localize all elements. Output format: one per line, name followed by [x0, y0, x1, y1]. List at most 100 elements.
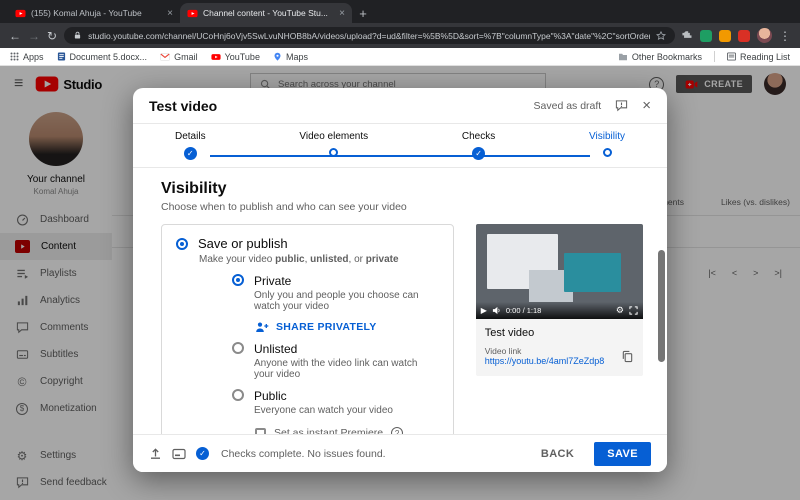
step-check-icon: ✓ — [183, 147, 197, 160]
option-private[interactable]: Private Only you and people you choose c… — [232, 274, 439, 312]
save-or-publish-desc: Make your video public, unlisted, or pri… — [199, 254, 439, 265]
sd-processing-icon — [172, 448, 186, 460]
thumbnail-window — [564, 252, 622, 293]
bookmark-label: YouTube — [224, 51, 260, 62]
tab-title: Channel content - YouTube Stu... — [203, 8, 328, 18]
desc-bold: public — [275, 254, 305, 265]
extension-icon[interactable] — [700, 29, 712, 42]
bookmark-gmail[interactable]: Gmail — [160, 52, 198, 62]
unlisted-radio[interactable] — [232, 342, 244, 354]
step-checks[interactable]: Checks ✓ — [462, 131, 495, 167]
video-preview-card: ▶ 0:00 / 1:18 ⚙ Test video Video link ht… — [475, 224, 643, 376]
bookmark-document[interactable]: Document 5.docx... — [57, 51, 148, 62]
option-label: Unlisted — [254, 342, 298, 356]
option-desc: Anyone with the video link can watch you… — [254, 358, 418, 380]
address-bar[interactable]: studio.youtube.com/channel/UCoHnj6oVjv5S… — [64, 27, 675, 44]
option-unlisted[interactable]: Unlisted Anyone with the video link can … — [232, 342, 439, 380]
step-video-elements[interactable]: Video elements — [299, 131, 368, 167]
apps-grid-icon — [10, 52, 19, 61]
time-display: 0:00 / 1:18 — [505, 306, 542, 315]
dialog-header: Test video Saved as draft × — [133, 88, 667, 124]
youtube-favicon — [15, 8, 26, 19]
save-or-publish-radio[interactable] — [176, 237, 188, 250]
bookmark-label: Gmail — [174, 51, 198, 62]
copy-link-icon[interactable] — [621, 350, 634, 363]
gmail-icon — [160, 52, 170, 61]
desc-bold: private — [365, 254, 399, 265]
public-radio[interactable] — [232, 389, 244, 401]
video-link[interactable]: https://youtu.be/4aml7ZeZdp8 — [485, 356, 613, 366]
bookmark-star-icon[interactable] — [656, 30, 666, 41]
browser-tab-youtube[interactable]: (155) Komal Ahuja - YouTube × — [8, 3, 180, 23]
save-or-publish-title: Save or publish — [198, 236, 288, 251]
folder-icon — [618, 53, 628, 61]
step-label: Checks — [461, 131, 496, 142]
option-label: Private — [254, 274, 292, 288]
play-icon[interactable]: ▶ — [481, 306, 487, 315]
share-privately-label: SHARE PRIVATELY — [276, 321, 377, 333]
option-public[interactable]: Public Everyone can watch your video — [232, 389, 439, 416]
preview-video-title: Test video — [484, 327, 535, 339]
share-privately-button[interactable]: SHARE PRIVATELY — [255, 321, 439, 333]
extension-icon[interactable] — [719, 29, 731, 42]
tab-title: (155) Komal Ahuja - YouTube — [31, 8, 142, 18]
bookmark-youtube[interactable]: YouTube — [210, 51, 260, 62]
dialog-footer: ✓ Checks complete. No issues found. BACK… — [133, 434, 667, 472]
tab-close-icon[interactable]: × — [339, 8, 345, 19]
step-details[interactable]: Details ✓ — [175, 131, 206, 167]
extension-icon[interactable] — [738, 29, 750, 42]
browser-profile-avatar[interactable] — [757, 28, 772, 43]
desc-text: , or — [348, 254, 366, 265]
bookmark-maps[interactable]: Maps — [273, 52, 308, 62]
player-settings-icon[interactable]: ⚙ — [616, 305, 624, 316]
send-feedback-icon[interactable] — [615, 99, 628, 112]
bookmark-label: Apps — [23, 51, 44, 62]
video-thumbnail[interactable]: ▶ 0:00 / 1:18 ⚙ — [475, 224, 643, 319]
dialog-scrollbar[interactable] — [658, 250, 665, 362]
upload-status-icon — [149, 447, 162, 460]
bookmark-label: Maps — [285, 51, 308, 62]
tab-close-icon[interactable]: × — [167, 8, 173, 19]
desc-text: Make your video — [199, 254, 276, 265]
reading-list[interactable]: Reading List — [726, 51, 790, 62]
desc-bold: unlisted — [310, 254, 349, 265]
screen: (155) Komal Ahuja - YouTube × Channel co… — [0, 0, 800, 500]
private-radio[interactable] — [232, 274, 244, 286]
back-icon[interactable]: ← — [9, 30, 21, 42]
browser-toolbar: ← → ↻ studio.youtube.com/channel/UCoHnj6… — [0, 23, 800, 48]
step-visibility[interactable]: Visibility — [589, 131, 625, 167]
option-label: Public — [254, 389, 287, 403]
divider — [713, 51, 715, 62]
forward-icon[interactable]: → — [28, 30, 40, 42]
step-label: Video elements — [299, 131, 369, 142]
step-dot-icon — [329, 148, 339, 157]
back-button[interactable]: BACK — [531, 442, 584, 466]
browser-tab-channel-content[interactable]: Channel content - YouTube Stu... × — [180, 3, 352, 23]
save-button[interactable]: SAVE — [594, 441, 651, 466]
browser-tab-strip: (155) Komal Ahuja - YouTube × Channel co… — [0, 0, 800, 23]
reload-icon[interactable]: ↻ — [47, 30, 57, 42]
close-icon[interactable]: × — [642, 97, 651, 114]
video-link-label: Video link — [484, 346, 522, 356]
step-label: Visibility — [589, 131, 625, 142]
extensions-puzzle-icon[interactable] — [682, 30, 693, 41]
other-bookmarks[interactable]: Other Bookmarks — [618, 52, 702, 62]
upload-dialog: Test video Saved as draft × Details ✓ Vi… — [133, 88, 667, 472]
apps-shortcut[interactable]: Apps — [10, 52, 44, 62]
person-add-icon — [255, 321, 269, 333]
browser-menu-icon[interactable]: ⋮ — [779, 30, 791, 42]
dialog-title: Test video — [149, 97, 218, 114]
fullscreen-icon[interactable] — [629, 306, 638, 315]
option-desc: Everyone can watch your video — [254, 405, 393, 416]
bookmark-label: Reading List — [739, 51, 790, 62]
new-tab-button[interactable]: + — [352, 3, 374, 23]
save-or-publish-box: Save or publish Make your video public, … — [161, 224, 454, 453]
document-icon — [57, 52, 66, 61]
youtube-studio-favicon — [187, 8, 198, 19]
bookmark-label: Document 5.docx... — [69, 51, 148, 62]
saved-status: Saved as draft — [533, 99, 602, 112]
step-check-icon: ✓ — [472, 147, 486, 160]
section-title: Visibility — [161, 180, 227, 197]
reading-list-icon — [726, 52, 736, 61]
volume-icon[interactable] — [492, 306, 501, 315]
